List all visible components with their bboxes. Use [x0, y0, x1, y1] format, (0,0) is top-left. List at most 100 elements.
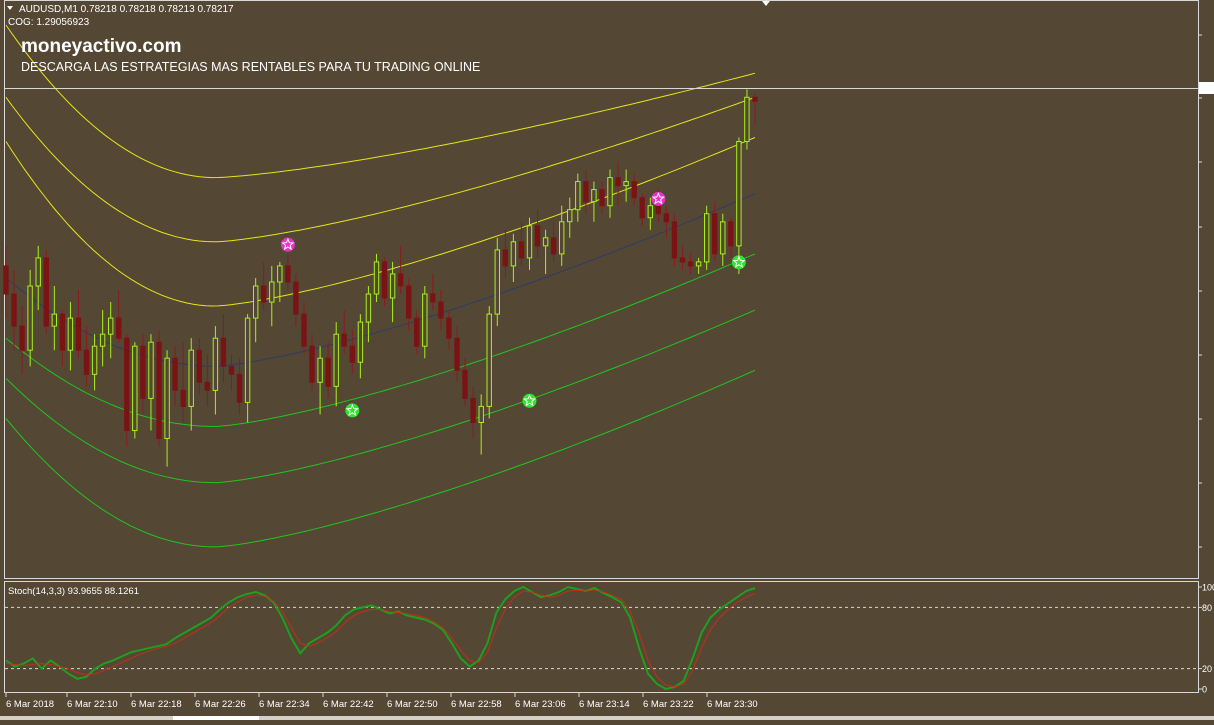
- time-tick-label: 6 Mar 23:14: [579, 699, 630, 710]
- candle-body: [83, 349, 90, 375]
- candle-body: [349, 345, 356, 363]
- time-tick-label: 6 Mar 23:06: [515, 699, 566, 710]
- candle-body: [736, 141, 742, 247]
- candle-body: [695, 261, 702, 267]
- time-tick-label: 6 Mar 22:58: [451, 699, 502, 710]
- buy-signal-star-icon: [731, 255, 746, 270]
- candle-body: [671, 221, 678, 259]
- candle-body: [236, 373, 243, 403]
- candle-body: [583, 181, 589, 203]
- candle-body: [704, 213, 710, 263]
- candle-body: [414, 317, 420, 347]
- candle-body: [510, 241, 517, 267]
- buy-signal-star-icon: [345, 403, 360, 418]
- candle-body: [19, 325, 25, 351]
- time-tick-label: 6 Mar 22:10: [67, 699, 118, 710]
- candle-body: [752, 96, 758, 102]
- candle: [704, 205, 710, 270]
- candle-body: [397, 273, 404, 287]
- candle: [744, 89, 750, 150]
- chart-canvas[interactable]: AUDUSD,M1 0.78218 0.78218 0.78213 0.7821…: [0, 0, 1214, 720]
- candle-body: [108, 317, 114, 335]
- candle-body: [381, 261, 388, 299]
- candle-body: [470, 397, 476, 423]
- candle-body: [116, 317, 122, 339]
- chart-background: [0, 0, 1214, 720]
- candle-body: [744, 96, 750, 143]
- candle-body: [599, 189, 605, 207]
- candle-body: [406, 285, 412, 319]
- stoch-tick-label: 0: [1202, 685, 1207, 695]
- candle: [494, 237, 501, 327]
- candle-body: [502, 249, 509, 267]
- candle-body: [655, 205, 661, 215]
- candle: [132, 342, 138, 439]
- candle-body: [550, 237, 557, 255]
- candle-body: [712, 213, 718, 255]
- candle-body: [317, 357, 323, 383]
- candle-body: [204, 381, 211, 391]
- candle-body: [615, 177, 621, 187]
- candle-body: [156, 341, 162, 440]
- time-tick-label: 6 Mar 22:18: [131, 699, 182, 710]
- candle-body: [140, 345, 146, 399]
- indicator-info: COG: 1.29056923: [8, 17, 90, 28]
- time-tick-label: 6 Mar 2018: [6, 699, 54, 710]
- candle-body: [261, 285, 267, 303]
- candle-body: [132, 345, 138, 432]
- candle-body: [526, 225, 533, 259]
- stoch-tick-label: 20: [1202, 664, 1212, 674]
- candle-body: [567, 209, 573, 223]
- candle-body: [333, 333, 339, 387]
- time-tick-label: 6 Mar 22:42: [323, 699, 374, 710]
- candle-body: [454, 337, 460, 371]
- candle-body: [373, 261, 380, 295]
- candle-body: [3, 265, 9, 295]
- candle-body: [687, 261, 694, 267]
- candle-body: [220, 337, 227, 367]
- candle-body: [293, 281, 299, 315]
- candle-body: [438, 301, 444, 319]
- candle-body: [728, 221, 734, 247]
- candle-body: [679, 257, 686, 263]
- time-tick-label: 6 Mar 23:30: [707, 699, 758, 710]
- candle-body: [446, 317, 452, 339]
- candle-body: [623, 181, 629, 187]
- candle-body: [720, 221, 726, 255]
- symbol-info: AUDUSD,M1 0.78218 0.78218 0.78213 0.7821…: [19, 4, 234, 15]
- candle-body: [341, 333, 347, 347]
- tagline: DESCARGA LAS ESTRATEGIAS MAS RENTABLES P…: [21, 60, 480, 74]
- candle-body: [91, 345, 98, 375]
- candle-body: [301, 313, 307, 347]
- candle: [124, 334, 130, 447]
- candle-body: [35, 257, 41, 287]
- candle-body: [172, 357, 178, 391]
- candle-body: [164, 357, 170, 440]
- candle-body: [51, 313, 57, 327]
- candle-body: [389, 273, 396, 299]
- candle-body: [212, 337, 219, 391]
- candle-body: [11, 293, 17, 327]
- trading-chart-window: AUDUSD,M1 0.78218 0.78218 0.78213 0.7821…: [0, 0, 1214, 720]
- candle-body: [228, 365, 235, 375]
- stoch-title: Stoch(14,3,3) 93.9655 88.1261: [8, 586, 139, 597]
- time-tick-label: 6 Mar 22:34: [259, 699, 310, 710]
- candle-body: [542, 237, 549, 247]
- candle-body: [631, 181, 637, 199]
- candle-body: [277, 265, 283, 283]
- candle-body: [196, 349, 203, 383]
- time-tick-label: 6 Mar 22:50: [387, 699, 438, 710]
- candle: [486, 306, 492, 419]
- time-tick-label: 6 Mar 22:26: [195, 699, 246, 710]
- candle-body: [325, 357, 331, 387]
- candle-body: [647, 205, 653, 219]
- chart-tab[interactable]: [173, 716, 259, 720]
- candle-body: [188, 349, 194, 407]
- candle-body: [422, 293, 428, 347]
- candle-body: [244, 317, 251, 403]
- brand-logo-text: moneyactivo.com: [21, 36, 182, 57]
- candle-body: [591, 189, 597, 203]
- candle-body: [365, 293, 372, 323]
- candle-body: [639, 197, 645, 219]
- candle-body: [27, 285, 33, 351]
